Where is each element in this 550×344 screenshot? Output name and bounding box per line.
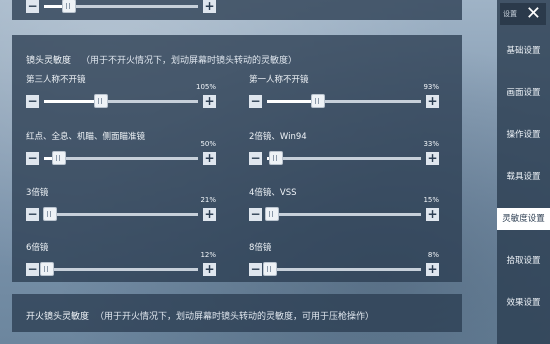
sidebar-item-sensitivity[interactable]: 灵敏度设置 bbox=[497, 208, 550, 230]
slider-row-red-dot: 红点、全息、机瞄、侧面瞄准镜 50% − + bbox=[26, 130, 216, 170]
increase-button[interactable]: + bbox=[203, 152, 216, 165]
sidebar-item-pickup[interactable]: 拾取设置 bbox=[497, 250, 550, 272]
top-increase-button[interactable]: + bbox=[203, 0, 216, 13]
slider-value: 21% bbox=[200, 196, 216, 204]
decrease-button[interactable]: − bbox=[249, 95, 262, 108]
decrease-button[interactable]: − bbox=[26, 152, 39, 165]
slider-label: 3倍镜 bbox=[26, 188, 49, 198]
slider-thumb[interactable] bbox=[43, 207, 58, 221]
firing-sensitivity-panel: 开火镜头灵敏度 （用于开火情况下，划动屏幕时镜头转动的灵敏度，可用于压枪操作） bbox=[12, 294, 462, 332]
slider-track[interactable] bbox=[267, 151, 421, 165]
slider-value: 8% bbox=[427, 251, 439, 259]
slider-thumb[interactable] bbox=[93, 94, 108, 108]
increase-button[interactable]: + bbox=[203, 95, 216, 108]
decrease-button[interactable]: − bbox=[26, 208, 39, 221]
slider-value: 15% bbox=[423, 196, 439, 204]
slider-thumb[interactable] bbox=[269, 151, 284, 165]
increase-button[interactable]: + bbox=[203, 208, 216, 221]
slider-value: 105% bbox=[195, 83, 216, 91]
decrease-button[interactable]: − bbox=[249, 263, 262, 276]
slider-value: 33% bbox=[423, 140, 439, 148]
slider-row-first-person: 第一人称不开镜 93% − + bbox=[249, 73, 439, 113]
firing-note: （用于开火情况下，划动屏幕时镜头转动的灵敏度，可用于压枪操作） bbox=[95, 312, 375, 322]
close-icon: ✕ bbox=[525, 3, 541, 24]
slider-label: 8倍镜 bbox=[249, 243, 272, 253]
decrease-button[interactable]: − bbox=[249, 208, 262, 221]
slider-row-2x: 2倍镜、Win94 33% − + bbox=[249, 130, 439, 170]
increase-button[interactable]: + bbox=[426, 208, 439, 221]
decrease-button[interactable]: − bbox=[249, 152, 262, 165]
slider-track[interactable] bbox=[44, 151, 198, 165]
slider-track[interactable] bbox=[43, 207, 198, 221]
section-title: 镜头灵敏度 （用于不开火情况下，划动屏幕时镜头转动的灵敏度） bbox=[26, 53, 297, 66]
slider-row-3x: 3倍镜 21% − + bbox=[26, 186, 216, 226]
slider-fill bbox=[44, 100, 101, 103]
decrease-button[interactable]: − bbox=[26, 95, 39, 108]
slider-label: 4倍镜、VSS bbox=[249, 188, 297, 198]
slider-track[interactable] bbox=[267, 94, 421, 108]
slider-row-third-person: 第三人称不开镜 105% − + bbox=[26, 73, 216, 113]
sidebar-item-vehicle[interactable]: 载具设置 bbox=[497, 166, 550, 188]
slider-label: 第一人称不开镜 bbox=[249, 75, 309, 85]
slider-thumb[interactable] bbox=[263, 262, 278, 276]
top-slider-thumb[interactable] bbox=[61, 0, 76, 13]
top-decrease-button[interactable]: − bbox=[26, 0, 39, 13]
slider-value: 50% bbox=[200, 140, 216, 148]
settings-sidebar: 设置 ✕ 基础设置 画面设置 操作设置 载具设置 灵敏度设置 拾取设置 效果设置 bbox=[497, 0, 550, 344]
sidebar-item-basic[interactable]: 基础设置 bbox=[497, 40, 550, 62]
increase-button[interactable]: + bbox=[426, 263, 439, 276]
sidebar-item-effects[interactable]: 效果设置 bbox=[497, 292, 550, 314]
slider-label: 红点、全息、机瞄、侧面瞄准镜 bbox=[26, 132, 146, 142]
slider-track[interactable] bbox=[264, 207, 421, 221]
slider-value: 12% bbox=[200, 251, 216, 259]
slider-row-8x: 8倍镜 8% − + bbox=[249, 241, 439, 281]
slider-thumb[interactable] bbox=[52, 151, 67, 165]
slider-label: 6倍镜 bbox=[26, 243, 49, 253]
slider-value: 93% bbox=[423, 83, 439, 91]
increase-button[interactable]: + bbox=[426, 152, 439, 165]
slider-thumb[interactable] bbox=[264, 207, 279, 221]
slider-label: 2倍镜、Win94 bbox=[249, 132, 307, 142]
slider-track[interactable] bbox=[263, 262, 421, 276]
increase-button[interactable]: + bbox=[203, 263, 216, 276]
slider-track[interactable] bbox=[40, 262, 198, 276]
sidebar-item-graphics[interactable]: 画面设置 bbox=[497, 82, 550, 104]
section-title-text: 镜头灵敏度 bbox=[26, 56, 72, 66]
top-slider-row: − + bbox=[26, 0, 216, 18]
slider-track[interactable] bbox=[44, 94, 198, 108]
top-slider-track[interactable] bbox=[44, 0, 198, 13]
firing-section-title: 开火镜头灵敏度 （用于开火情况下，划动屏幕时镜头转动的灵敏度，可用于压枪操作） bbox=[26, 309, 374, 322]
slider-row-6x: 6倍镜 12% − + bbox=[26, 241, 216, 281]
section-note: （用于不开火情况下，划动屏幕时镜头转动的灵敏度） bbox=[81, 56, 298, 66]
close-button[interactable]: 设置 ✕ bbox=[500, 3, 546, 25]
slider-thumb[interactable] bbox=[310, 94, 325, 108]
sidebar-item-controls[interactable]: 操作设置 bbox=[497, 124, 550, 146]
increase-button[interactable]: + bbox=[426, 95, 439, 108]
decrease-button[interactable]: − bbox=[26, 263, 39, 276]
slider-row-4x: 4倍镜、VSS 15% − + bbox=[249, 186, 439, 226]
previous-section-panel: − + bbox=[12, 0, 462, 20]
slider-thumb[interactable] bbox=[40, 262, 55, 276]
firing-title-text: 开火镜头灵敏度 bbox=[26, 312, 90, 322]
slider-label: 第三人称不开镜 bbox=[26, 75, 86, 85]
camera-sensitivity-panel: 镜头灵敏度 （用于不开火情况下，划动屏幕时镜头转动的灵敏度） 第三人称不开镜 10… bbox=[12, 35, 462, 282]
close-label: 设置 bbox=[503, 10, 517, 18]
